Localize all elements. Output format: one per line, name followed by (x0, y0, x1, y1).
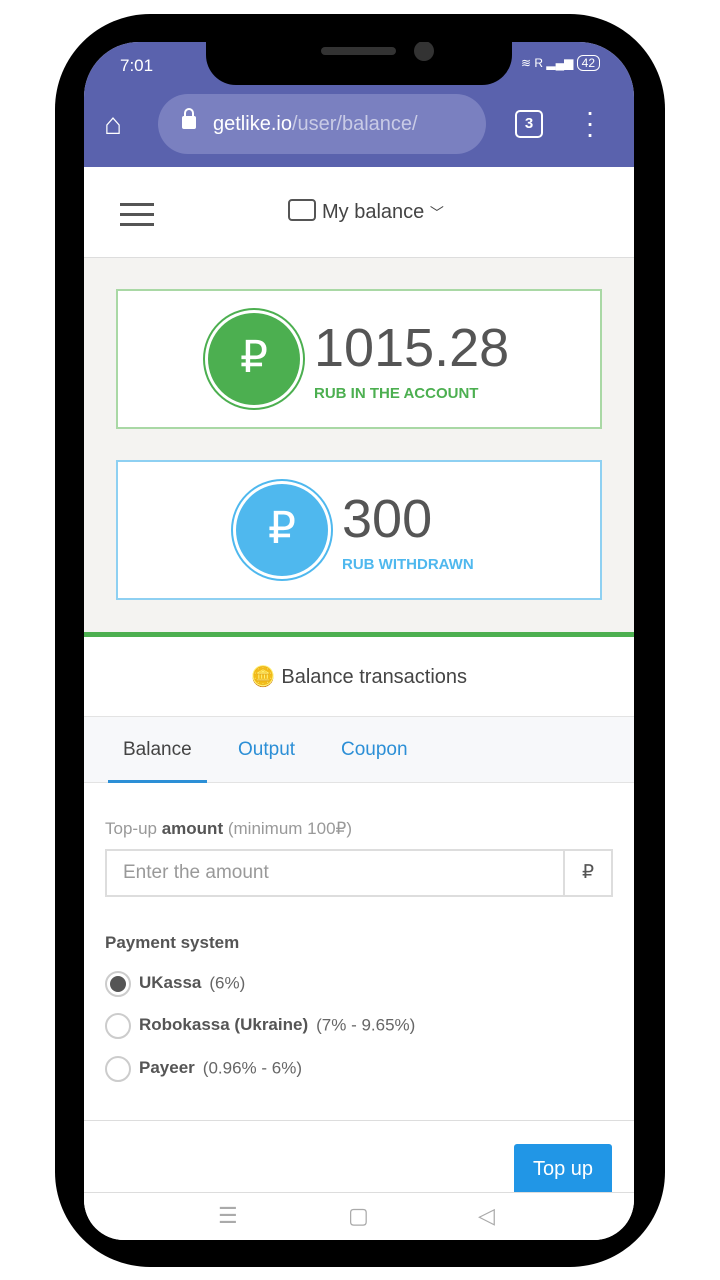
more-icon[interactable]: · · · (580, 98, 600, 148)
amount-input[interactable]: Enter the amount ₽ (105, 849, 613, 897)
balance-dropdown[interactable]: My balance ﹀ (288, 199, 444, 224)
lock-icon (182, 108, 196, 129)
amount-label: Top-up amount (minimum 100₽) (105, 819, 353, 838)
radio-icon[interactable] (105, 971, 131, 997)
top-up-button[interactable]: Top up (514, 1144, 612, 1194)
camera (414, 42, 434, 61)
battery-icon: 42 (576, 55, 600, 71)
chevron-down-icon: ﹀ (429, 205, 444, 221)
menu-icon[interactable] (120, 203, 154, 233)
ruble-icon: ₽ (208, 313, 300, 405)
home-icon[interactable]: ⌂ (104, 108, 122, 142)
screen: 7:01 ≋ R ▂▄▆ 42 ⌂ getlike.io/user/balanc… (84, 42, 634, 1240)
account-amount: 1015.28 (314, 318, 510, 378)
recents-icon[interactable]: ☰ (218, 1203, 238, 1229)
tabs-button[interactable]: 3 (515, 110, 543, 138)
payment-system-label: Payment system (105, 933, 240, 952)
browser-bar: 7:01 ≋ R ▂▄▆ 42 ⌂ getlike.io/user/balanc… (84, 42, 634, 167)
wifi-icon: ≋ (520, 56, 535, 70)
url-domain: getlike.io (213, 113, 292, 135)
radio-icon[interactable] (105, 1013, 131, 1039)
home-nav-icon[interactable]: ▢ (348, 1203, 369, 1229)
tabs: Balance Output Coupon (84, 717, 634, 783)
radio-icon[interactable] (105, 1056, 131, 1082)
account-label: RUB IN THE ACCOUNT (314, 385, 479, 402)
signal-icon: R (534, 56, 543, 70)
withdrawn-card: ₽ 300 RUB WITHDRAWN (116, 460, 602, 600)
ruble-addon: ₽ (563, 851, 611, 895)
amount-placeholder: Enter the amount (123, 862, 269, 883)
notch (206, 42, 512, 85)
transactions-title: Balance transactions (281, 666, 468, 688)
tab-output[interactable]: Output (223, 717, 310, 783)
withdrawn-label: RUB WITHDRAWN (342, 556, 474, 573)
ruble-icon: ₽ (236, 484, 328, 576)
withdrawn-amount: 300 (342, 489, 433, 549)
address-bar[interactable]: getlike.io/user/balance/ (158, 94, 486, 154)
status-time: 7:01 (120, 56, 154, 75)
radio-ukassa[interactable]: UKassa (6%) (105, 971, 245, 997)
url-path: /user/balance/ (291, 113, 418, 135)
transactions-heading: 🪙 Balance transactions (84, 637, 634, 717)
radio-payeer[interactable]: Payeer (0.96% - 6%) (105, 1056, 302, 1082)
coins-icon: 🪙 (250, 666, 276, 688)
balance-cards: ₽ 1015.28 RUB IN THE ACCOUNT ₽ 300 RUB W… (84, 258, 634, 632)
balance-title: My balance (322, 201, 425, 223)
tab-coupon[interactable]: Coupon (326, 717, 423, 783)
system-nav: ☰ ▢ ◁ (84, 1192, 634, 1240)
tab-balance[interactable]: Balance (108, 717, 207, 783)
radio-robokassa[interactable]: Robokassa (Ukraine) (7% - 9.65%) (105, 1013, 415, 1039)
speaker (321, 47, 396, 55)
back-icon[interactable]: ◁ (478, 1203, 495, 1229)
site-header: My balance ﹀ (84, 167, 634, 258)
wallet-icon (288, 199, 316, 221)
divider (84, 1120, 634, 1121)
account-card: ₽ 1015.28 RUB IN THE ACCOUNT (116, 289, 602, 429)
status-icons: ≋ R ▂▄▆ 42 (520, 55, 600, 71)
